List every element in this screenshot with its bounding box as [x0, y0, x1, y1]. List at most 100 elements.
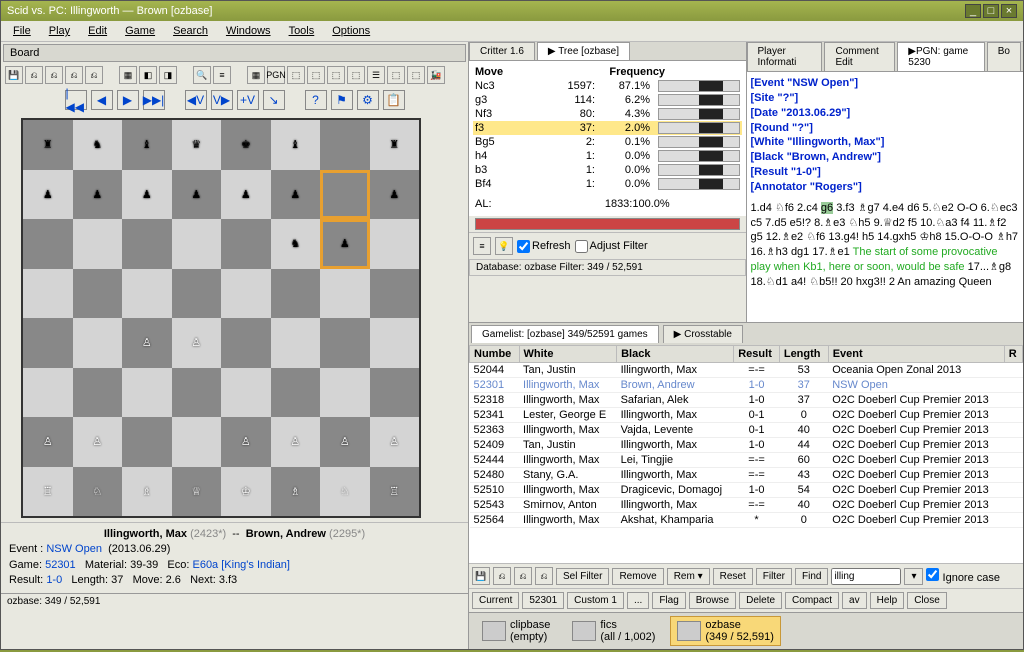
square-g7[interactable] — [320, 170, 370, 220]
menu-options[interactable]: Options — [324, 23, 378, 39]
menu-game[interactable]: Game — [117, 23, 163, 39]
square-c7[interactable]: ♟ — [122, 170, 172, 220]
square-c6[interactable] — [122, 219, 172, 269]
col-header[interactable]: Black — [617, 346, 734, 363]
find-input[interactable] — [831, 568, 901, 585]
toolbar-icon[interactable]: 💾 — [5, 66, 23, 84]
toolbar-icon[interactable]: ▦ — [119, 66, 137, 84]
nav-button[interactable]: ◀V — [185, 90, 207, 110]
gl-button[interactable]: Remove — [612, 568, 663, 585]
square-a2[interactable]: ♙ — [23, 417, 73, 467]
result-link[interactable]: 1-0 — [46, 574, 62, 586]
table-row[interactable]: 52301Illingworth, MaxBrown, Andrew1-037N… — [470, 378, 1023, 393]
col-header[interactable]: Event — [828, 346, 1004, 363]
square-h4[interactable] — [370, 318, 420, 368]
square-b5[interactable] — [73, 269, 123, 319]
gl-button[interactable]: Custom 1 — [567, 592, 624, 609]
db-item[interactable]: fics(all / 1,002) — [565, 616, 662, 646]
col-header[interactable]: White — [519, 346, 617, 363]
square-d8[interactable]: ♛ — [172, 120, 222, 170]
ignore-case-checkbox[interactable]: Ignore case — [926, 568, 1000, 584]
square-h3[interactable] — [370, 368, 420, 418]
square-h8[interactable]: ♜ — [370, 120, 420, 170]
tb-icon[interactable]: ⎌ — [535, 567, 553, 585]
pgn-viewer[interactable]: [Event "NSW Open"][Site "?"][Date "2013.… — [747, 72, 1024, 322]
toolbar-icon[interactable]: ◨ — [159, 66, 177, 84]
menu-edit[interactable]: Edit — [80, 23, 115, 39]
gl-button[interactable]: Close — [907, 592, 947, 609]
game-link[interactable]: 52301 — [45, 559, 76, 571]
toolbar-icon[interactable]: ⬚ — [287, 66, 305, 84]
nav-button[interactable]: |◀◀ — [65, 90, 87, 110]
square-c4[interactable]: ♙ — [122, 318, 172, 368]
table-row[interactable]: 52510Illingworth, MaxDragicevic, Domagoj… — [470, 483, 1023, 498]
table-row[interactable]: 52480Stany, G.A.Illingworth, Max=-=43O2C… — [470, 468, 1023, 483]
square-g6[interactable]: ♟ — [320, 219, 370, 269]
square-e2[interactable]: ♙ — [221, 417, 271, 467]
gl-button[interactable]: Browse — [689, 592, 736, 609]
db-item[interactable]: clipbase(empty) — [475, 616, 557, 646]
square-f6[interactable]: ♞ — [271, 219, 321, 269]
square-f4[interactable] — [271, 318, 321, 368]
close-button[interactable]: × — [1001, 4, 1017, 18]
square-c2[interactable] — [122, 417, 172, 467]
table-row[interactable]: 52409Tan, JustinIllingworth, Max1-044O2C… — [470, 438, 1023, 453]
square-d2[interactable] — [172, 417, 222, 467]
square-f3[interactable] — [271, 368, 321, 418]
square-e1[interactable]: ♔ — [221, 467, 271, 517]
board-tab[interactable]: Board — [3, 44, 466, 62]
pgn-tab[interactable]: Bo — [987, 42, 1021, 71]
toolbar-icon[interactable]: ⎌ — [65, 66, 83, 84]
square-e4[interactable] — [221, 318, 271, 368]
square-g1[interactable]: ♘ — [320, 467, 370, 517]
square-h7[interactable]: ♟ — [370, 170, 420, 220]
toolbar-icon[interactable]: ⬚ — [307, 66, 325, 84]
square-d6[interactable] — [172, 219, 222, 269]
square-d3[interactable] — [172, 368, 222, 418]
event-link[interactable]: NSW Open — [46, 543, 102, 555]
toolbar-icon[interactable]: ⎌ — [25, 66, 43, 84]
gl-button[interactable]: 52301 — [522, 592, 564, 609]
col-header[interactable]: Result — [734, 346, 780, 363]
tree-row[interactable]: Nf380:4.3% — [473, 107, 742, 121]
toolbar-icon[interactable]: ◧ — [139, 66, 157, 84]
nav-button[interactable]: ? — [305, 90, 327, 110]
tree-row[interactable]: Nc31597:87.1% — [473, 79, 742, 93]
square-a4[interactable] — [23, 318, 73, 368]
tree-row[interactable]: b31:0.0% — [473, 163, 742, 177]
square-c8[interactable]: ♝ — [122, 120, 172, 170]
square-h6[interactable] — [370, 219, 420, 269]
toolbar-icon[interactable]: ⬚ — [407, 66, 425, 84]
tree-row[interactable]: f337:2.0% — [473, 121, 742, 135]
nav-button[interactable]: ↘ — [263, 90, 285, 110]
square-h1[interactable]: ♖ — [370, 467, 420, 517]
gl-button[interactable]: Flag — [652, 592, 685, 609]
square-g5[interactable] — [320, 269, 370, 319]
gl-button[interactable]: av — [842, 592, 867, 609]
nav-button[interactable]: +V — [237, 90, 259, 110]
pgn-icon[interactable]: PGN — [267, 66, 285, 84]
save-icon[interactable]: 💾 — [472, 567, 490, 585]
gamelist-tab[interactable]: Gamelist: [ozbase] 349/52591 games — [471, 325, 659, 343]
toolbar-icon[interactable]: 🚂 — [427, 66, 445, 84]
toolbar-icon[interactable]: ⬚ — [387, 66, 405, 84]
tree-row[interactable]: g3114:6.2% — [473, 93, 742, 107]
table-row[interactable]: 52341Lester, George EIllingworth, Max0-1… — [470, 408, 1023, 423]
col-header[interactable]: Length — [779, 346, 828, 363]
col-header[interactable]: R — [1004, 346, 1022, 363]
bulb-icon[interactable]: 💡 — [495, 237, 513, 255]
square-b1[interactable]: ♘ — [73, 467, 123, 517]
nav-button[interactable]: V▶ — [211, 90, 233, 110]
square-a5[interactable] — [23, 269, 73, 319]
menu-windows[interactable]: Windows — [218, 23, 279, 39]
search-icon[interactable]: 🔍 — [193, 66, 211, 84]
nav-button[interactable]: ▶ — [117, 90, 139, 110]
square-e6[interactable] — [221, 219, 271, 269]
tb-icon[interactable]: ⎌ — [493, 567, 511, 585]
toolbar-icon[interactable]: ☰ — [367, 66, 385, 84]
square-f7[interactable]: ♟ — [271, 170, 321, 220]
square-g8[interactable] — [320, 120, 370, 170]
menu-search[interactable]: Search — [165, 23, 216, 39]
menu-tools[interactable]: Tools — [281, 23, 323, 39]
pgn-tab[interactable]: ▶PGN: game 5230 — [897, 42, 984, 71]
